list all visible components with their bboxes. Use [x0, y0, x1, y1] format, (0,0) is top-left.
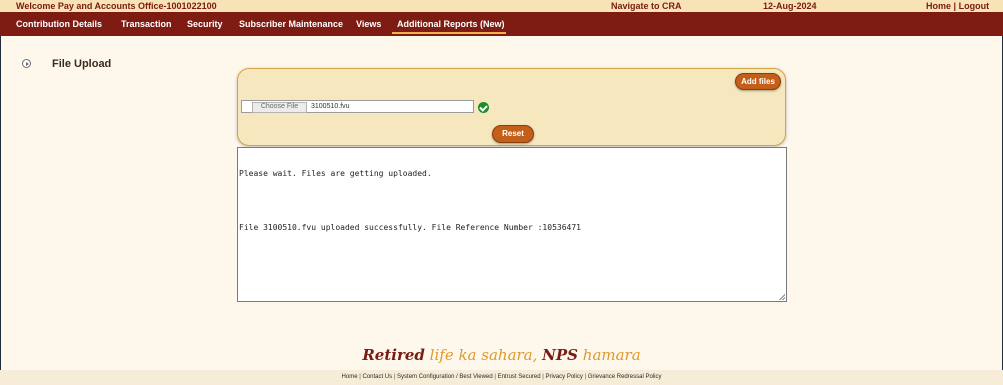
- navigate-cra-link[interactable]: Navigate to CRA: [611, 0, 682, 12]
- nav-contribution-details[interactable]: Contribution Details: [16, 12, 102, 36]
- top-info-bar: Welcome Pay and Accounts Office-10010221…: [0, 0, 1003, 12]
- date-text: 12-Aug-2024: [763, 1, 817, 11]
- footer-system-config-link[interactable]: System Configuration / Best Viewed: [397, 374, 493, 380]
- page-title: File Upload: [52, 58, 112, 70]
- tagline-life-ka-sahara: life ka sahara,: [429, 346, 543, 364]
- nav-subscriber-maintenance[interactable]: Subscriber Maintenance: [239, 12, 343, 36]
- home-link[interactable]: Home: [926, 1, 951, 11]
- tagline-hamara: hamara: [582, 346, 641, 364]
- footer-separator: |: [542, 374, 544, 380]
- footer-separator: |: [494, 374, 496, 380]
- footer-entrust-link[interactable]: Entrust Secured: [498, 374, 541, 380]
- reset-button[interactable]: Reset: [492, 125, 534, 143]
- tagline-retired: Retired: [362, 346, 425, 364]
- welcome-text: Welcome Pay and Accounts Office-10010221…: [16, 1, 217, 11]
- log-line: File 3100510.fvu uploaded successfully. …: [239, 223, 581, 232]
- footer-contact-us-link[interactable]: Contact Us: [362, 374, 392, 380]
- footer-separator: |: [584, 374, 587, 380]
- section-bullet-icon: [22, 59, 31, 68]
- tagline-nps: NPS: [542, 346, 578, 364]
- footer-grievance-link[interactable]: Grievance Redressal Policy: [588, 374, 662, 380]
- logout-link[interactable]: Logout: [959, 1, 990, 11]
- file-upload-panel: Add files Choose File 3100510.fvu Reset: [237, 68, 786, 146]
- home-logout-group: Home | Logout: [926, 0, 989, 12]
- footer-separator: |: [393, 374, 396, 380]
- footer-privacy-link[interactable]: Privacy Policy: [546, 374, 583, 380]
- home-logout-separator: |: [953, 1, 957, 11]
- footer-home-link[interactable]: Home: [342, 374, 358, 380]
- footer-links: Home | Contact Us | System Configuration…: [0, 370, 1003, 385]
- selected-file-name: 3100510.fvu: [311, 103, 350, 110]
- nav-views[interactable]: Views: [356, 12, 381, 36]
- nav-security[interactable]: Security: [187, 12, 223, 36]
- footer-separator: |: [359, 374, 361, 380]
- add-files-button[interactable]: Add files: [735, 73, 781, 90]
- choose-file-button[interactable]: Choose File: [252, 102, 307, 113]
- active-nav-indicator: [392, 32, 506, 34]
- nps-tagline: Retired life ka sahara, NPS hamara: [0, 346, 1003, 364]
- log-line: Please wait. Files are getting uploaded.: [239, 169, 432, 178]
- upload-log-textarea[interactable]: Please wait. Files are getting uploaded.…: [237, 147, 787, 302]
- file-input[interactable]: Choose File 3100510.fvu: [241, 100, 474, 113]
- resize-grip-icon[interactable]: [779, 294, 785, 300]
- nav-transaction[interactable]: Transaction: [121, 12, 172, 36]
- check-circle-icon: [478, 102, 489, 113]
